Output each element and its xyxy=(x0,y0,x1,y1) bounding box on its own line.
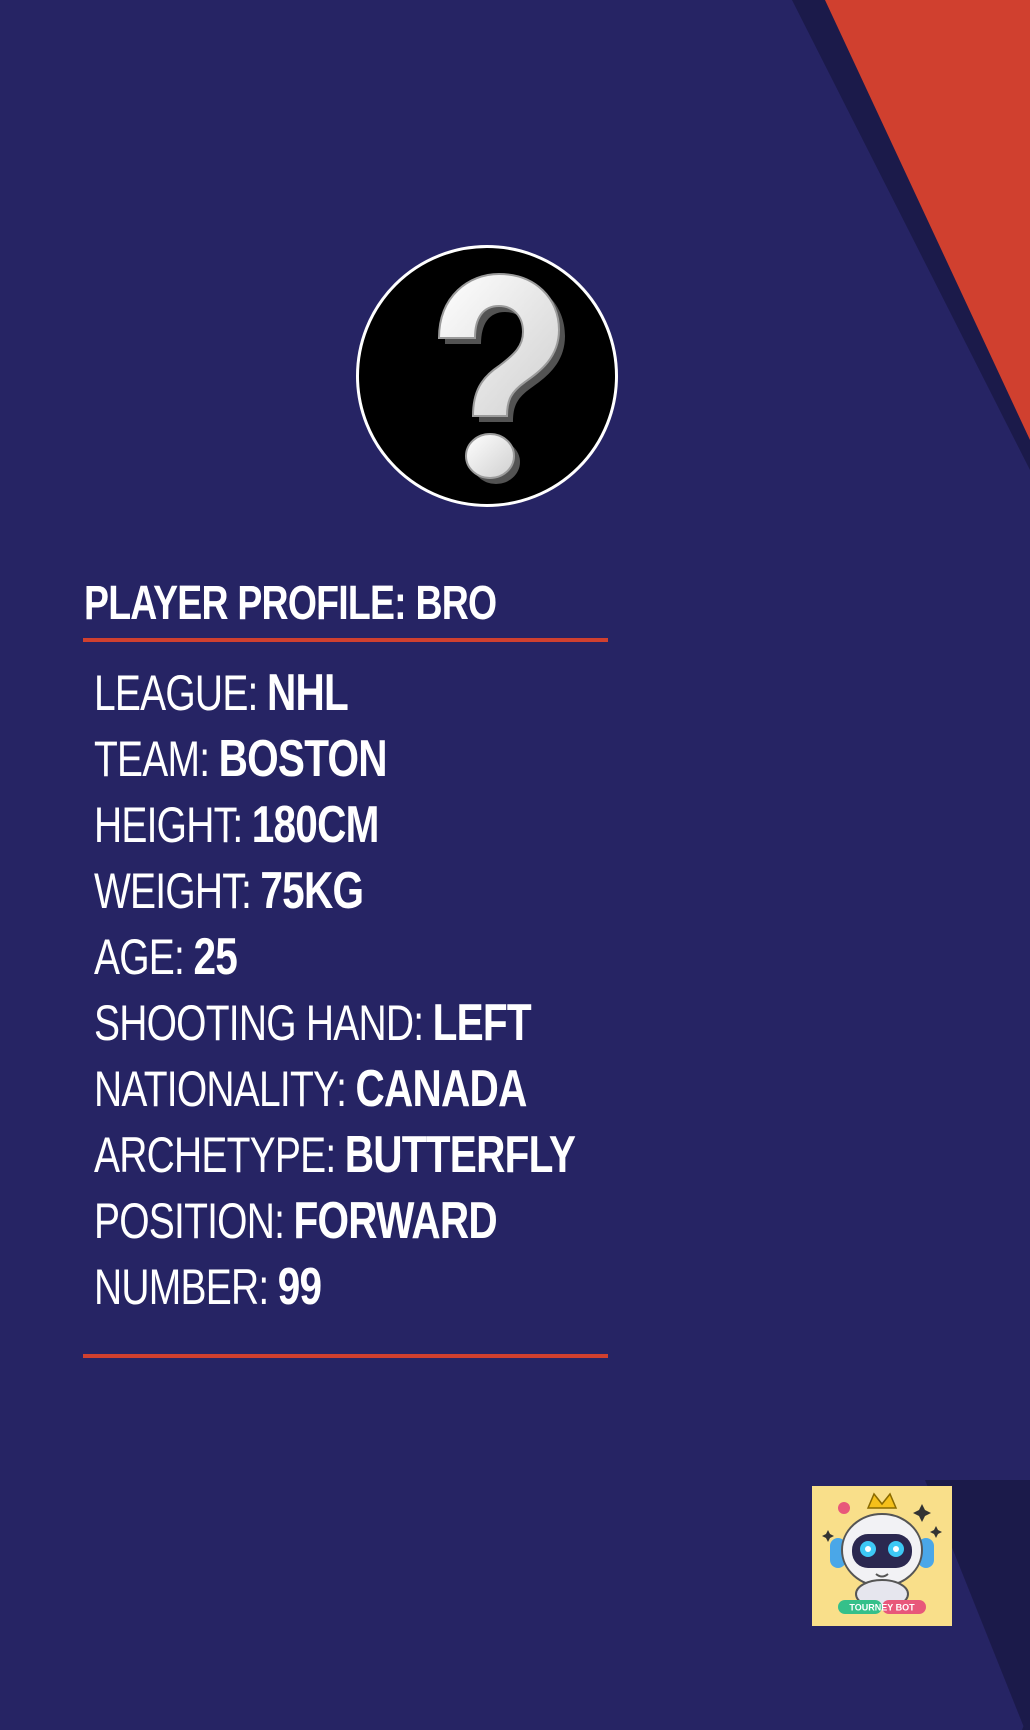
stat-value: CANADA xyxy=(355,1060,528,1118)
stat-row-number: NUMBER: 99 xyxy=(94,1254,575,1320)
stat-label: LEAGUE: xyxy=(94,665,258,721)
stat-label: TEAM: xyxy=(94,731,210,787)
stat-row-weight: WEIGHT: 75KG xyxy=(94,858,575,924)
stat-value: 25 xyxy=(193,928,237,986)
stat-row-nationality: NATIONALITY: CANADA xyxy=(94,1056,575,1122)
stat-value: FORWARD xyxy=(293,1192,498,1250)
stat-row-shooting-hand: SHOOTING HAND: LEFT xyxy=(94,990,575,1056)
player-avatar xyxy=(356,245,618,507)
stat-row-archetype: ARCHETYPE: BUTTERFLY xyxy=(94,1122,576,1188)
tourney-bot-logo: TOURNEY BOT xyxy=(812,1486,952,1626)
logo-text: TOURNEY BOT xyxy=(849,1603,915,1613)
stat-value: LEFT xyxy=(432,994,532,1052)
stat-value: BOSTON xyxy=(218,730,388,788)
stat-row-height: HEIGHT: 180CM xyxy=(94,792,575,858)
stat-label: NUMBER: xyxy=(94,1259,269,1315)
stat-row-team: TEAM: BOSTON xyxy=(94,726,575,792)
stat-value: BUTTERFLY xyxy=(344,1126,576,1184)
stat-label: POSITION: xyxy=(94,1193,285,1249)
stat-row-age: AGE: 25 xyxy=(94,924,575,990)
bottom-divider xyxy=(83,1354,608,1358)
question-mark-icon xyxy=(437,272,565,484)
stats-list: LEAGUE: NHL TEAM: BOSTON HEIGHT: 180CM WEIG… xyxy=(94,660,711,1320)
stat-label: AGE: xyxy=(94,929,185,985)
stat-value: 99 xyxy=(277,1258,322,1316)
stat-label: ARCHETYPE: xyxy=(94,1127,336,1183)
stat-value: 75KG xyxy=(260,862,364,920)
stat-label: SHOOTING HAND: xyxy=(94,995,424,1051)
stat-label: WEIGHT: xyxy=(94,863,252,919)
robot-mascot-icon: TOURNEY BOT xyxy=(822,1492,942,1614)
stat-value: NHL xyxy=(266,664,349,722)
stat-label: HEIGHT: xyxy=(94,797,243,853)
stat-row-position: POSITION: FORWARD xyxy=(94,1188,575,1254)
stat-label: NATIONALITY: xyxy=(94,1061,347,1117)
stat-row-league: LEAGUE: NHL xyxy=(94,660,575,726)
page-title: PLAYER PROFILE: BRO xyxy=(84,577,497,630)
stat-value: 180CM xyxy=(251,796,380,854)
title-divider xyxy=(83,638,608,642)
